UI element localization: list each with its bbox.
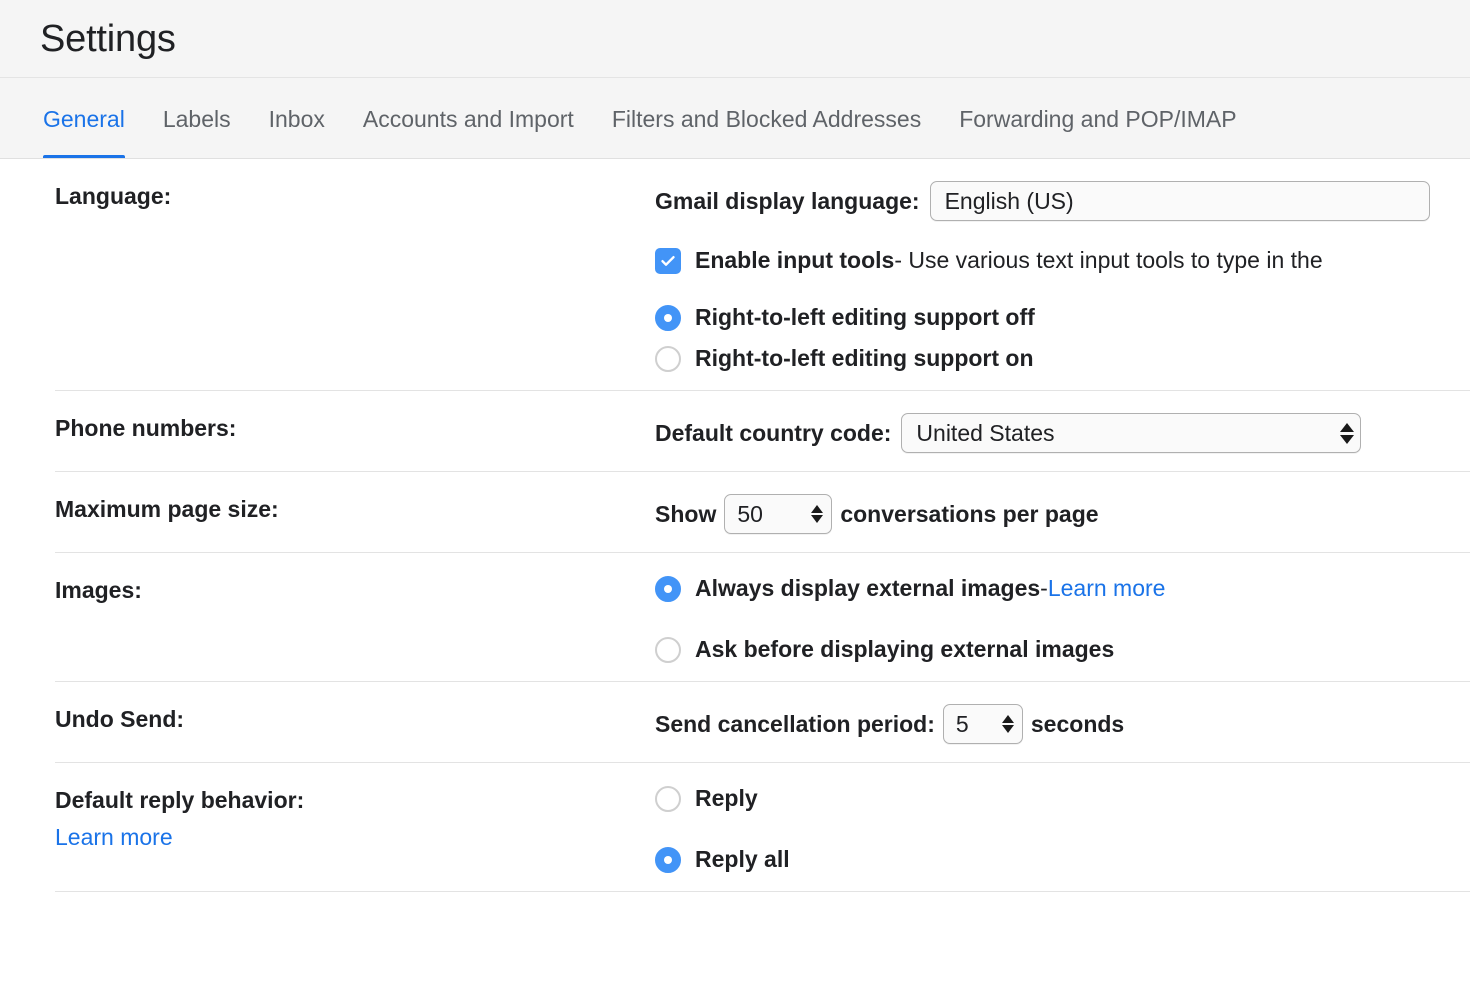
always-display-images-label: Always display external images [695, 575, 1041, 601]
rtl-on-row[interactable]: Right-to-left editing support on [655, 345, 1470, 372]
default-reply-behavior-label: Default reply behavior: [55, 787, 305, 813]
phone-numbers-value-cell: Default country code: United States [655, 391, 1470, 471]
language-section-value-cell: Gmail display language: English (US) Ena… [655, 159, 1470, 390]
rtl-on-radio[interactable] [655, 345, 681, 372]
settings-row-default-reply-behavior: Default reply behavior: Learn more Reply… [55, 763, 1470, 892]
rtl-on-label: Right-to-left editing support on [695, 345, 1034, 371]
gmail-display-language-field: Gmail display language: English (US) [655, 181, 1470, 221]
settings-row-maximum-page-size: Maximum page size: Show 50 conversations… [55, 472, 1470, 553]
default-country-code-field: Default country code: United States [655, 413, 1470, 453]
settings-tab-bar: General Labels Inbox Accounts and Import… [0, 78, 1470, 159]
settings-row-images: Images: Always display external images -… [55, 553, 1470, 682]
page-size-stepper[interactable]: 50 [724, 494, 833, 534]
rtl-off-radio[interactable] [655, 304, 681, 331]
always-display-images-row[interactable]: Always display external images - Learn m… [655, 575, 1470, 602]
send-cancellation-period-label: Send cancellation period: [655, 710, 935, 737]
page-size-suffix-label: conversations per page [840, 500, 1099, 527]
settings-row-language: Language: Gmail display language: Englis… [55, 159, 1470, 391]
gmail-display-language-label: Gmail display language: [655, 187, 920, 214]
page-size-value: 50 [737, 500, 763, 527]
always-display-images-separator: - [1040, 575, 1048, 601]
rtl-off-row[interactable]: Right-to-left editing support off [655, 304, 1470, 331]
settings-row-undo-send: Undo Send: Send cancellation period: 5 s… [55, 682, 1470, 763]
reply-all-radio[interactable] [655, 846, 681, 873]
stepper-arrows-icon [1001, 715, 1014, 733]
images-label-cell: Images: [55, 553, 655, 624]
undo-send-label: Undo Send: [55, 706, 185, 732]
always-display-images-radio[interactable] [655, 575, 681, 602]
reply-row[interactable]: Reply [655, 785, 1470, 812]
enable-input-tools-checkbox[interactable] [655, 247, 681, 274]
settings-content: Language: Gmail display language: Englis… [0, 159, 1470, 892]
ask-before-displaying-images-row[interactable]: Ask before displaying external images [655, 636, 1470, 663]
undo-send-value-cell: Send cancellation period: 5 seconds [655, 682, 1470, 762]
ask-before-displaying-images-radio[interactable] [655, 636, 681, 663]
images-learn-more-link[interactable]: Learn more [1048, 575, 1166, 602]
default-reply-behavior-value-cell: Reply Reply all [655, 763, 1470, 891]
gmail-display-language-value: English (US) [944, 187, 1074, 214]
reply-radio[interactable] [655, 785, 681, 812]
gmail-display-language-select[interactable]: English (US) [929, 181, 1430, 221]
enable-input-tools-row: Enable input tools - Use various text in… [655, 247, 1470, 274]
default-reply-behavior-label-cell: Default reply behavior: Learn more [55, 763, 655, 869]
send-cancellation-period-value: 5 [955, 710, 969, 737]
enable-input-tools-label: Enable input tools [695, 247, 895, 273]
maximum-page-size-value-cell: Show 50 conversations per page [655, 472, 1470, 552]
send-cancellation-period-stepper[interactable]: 5 [942, 704, 1023, 744]
settings-header: Settings [0, 0, 1470, 78]
settings-row-phone-numbers: Phone numbers: Default country code: Uni… [55, 391, 1470, 472]
maximum-page-size-label: Maximum page size: [55, 496, 279, 522]
ask-before-displaying-images-label: Ask before displaying external images [695, 636, 1115, 662]
reply-all-row[interactable]: Reply all [655, 846, 1470, 873]
tab-general[interactable]: General [43, 78, 125, 158]
tab-labels[interactable]: Labels [163, 78, 231, 158]
send-cancellation-period-field: Send cancellation period: 5 seconds [655, 704, 1470, 744]
send-cancellation-seconds-label: seconds [1030, 710, 1125, 737]
reply-label: Reply [695, 785, 758, 811]
default-reply-behavior-learn-more-link[interactable]: Learn more [55, 824, 173, 851]
select-stepper-arrows-icon [1340, 422, 1355, 444]
phone-numbers-label-cell: Phone numbers: [55, 391, 655, 462]
tab-accounts-and-import[interactable]: Accounts and Import [363, 78, 574, 158]
maximum-page-size-label-cell: Maximum page size: [55, 472, 655, 543]
rtl-radio-group: Right-to-left editing support off Right-… [655, 304, 1470, 372]
tab-filters-and-blocked-addresses[interactable]: Filters and Blocked Addresses [612, 78, 921, 158]
language-label: Language: [55, 183, 172, 209]
default-country-code-label: Default country code: [655, 419, 892, 446]
reply-all-label: Reply all [695, 846, 790, 872]
undo-send-label-cell: Undo Send: [55, 682, 655, 753]
tab-forwarding-and-pop-imap[interactable]: Forwarding and POP/IMAP [959, 78, 1236, 158]
default-country-code-value: United States [916, 419, 1055, 446]
phone-numbers-label: Phone numbers: [55, 415, 237, 441]
rtl-off-label: Right-to-left editing support off [695, 304, 1035, 330]
tab-inbox[interactable]: Inbox [269, 78, 325, 158]
page-size-field: Show 50 conversations per page [655, 494, 1470, 534]
images-label: Images: [55, 577, 142, 603]
page-size-show-label: Show [655, 500, 717, 527]
default-country-code-select[interactable]: United States [901, 413, 1362, 453]
stepper-arrows-icon [811, 505, 824, 523]
images-value-cell: Always display external images - Learn m… [655, 553, 1470, 681]
language-section-label-cell: Language: [55, 159, 655, 230]
page-title: Settings [40, 17, 176, 60]
enable-input-tools-description: - Use various text input tools to type i… [894, 247, 1323, 273]
